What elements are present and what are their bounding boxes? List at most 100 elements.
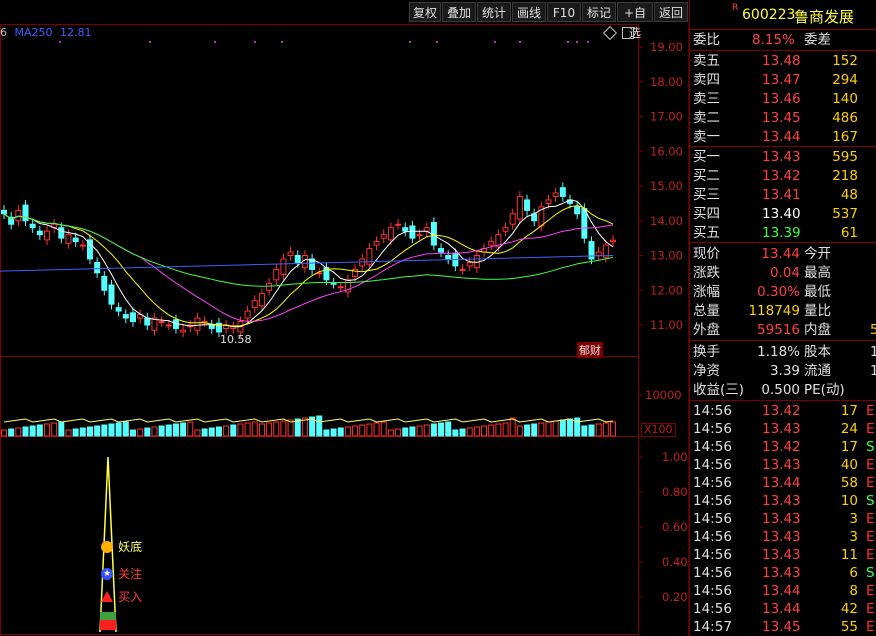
volume-bar	[108, 423, 115, 437]
toolbar-button-2[interactable]: 统计	[477, 2, 511, 22]
tick-price: 13.43	[762, 493, 801, 509]
tick-volume: 17	[840, 439, 858, 455]
candle-body	[380, 234, 387, 239]
volume-bar	[466, 427, 473, 437]
tick-flag: S	[866, 439, 875, 455]
volume-bar	[559, 419, 566, 437]
tick-volume: 24	[840, 421, 858, 437]
bid-row: 买五 13.39 61	[690, 224, 876, 242]
volume-bar	[280, 420, 287, 437]
stat2-row: 换手 1.18% 股本 1	[690, 343, 876, 361]
ask-label: 卖一	[693, 129, 720, 145]
volume-bar	[129, 429, 136, 437]
stat-label-2: 最高	[804, 265, 831, 281]
tick-volume: 55	[840, 619, 858, 635]
ask-label: 卖五	[693, 53, 720, 69]
toolbar-button-0[interactable]: 复权	[409, 2, 441, 22]
candle-body	[244, 310, 251, 319]
volume-bar	[595, 423, 602, 437]
volume-bar	[215, 426, 222, 437]
ask-label: 卖三	[693, 91, 720, 107]
signal-mai-ru: 买入	[101, 586, 142, 604]
stat-value: 13.44	[761, 246, 800, 262]
stat-label: 涨幅	[693, 284, 720, 300]
candle-body	[294, 255, 301, 263]
volume-bar	[266, 422, 273, 437]
price-tick-label: 16.00	[650, 144, 683, 158]
tick-row: 14:56 13.43 11 E	[690, 546, 876, 564]
candle-body	[108, 284, 115, 305]
bid-row: 买四 13.40 537	[690, 205, 876, 223]
tick-flag: E	[866, 475, 875, 491]
volume-bar	[481, 425, 488, 437]
stat-value-2: 1	[870, 344, 876, 360]
signal-label: 关注	[118, 567, 143, 581]
volume-bar	[43, 423, 50, 437]
price-tick-label: 18.00	[650, 75, 683, 89]
stock-name[interactable]: 鲁商发展	[794, 6, 854, 27]
volume-bar	[373, 422, 380, 437]
tick-time: 14:56	[693, 439, 732, 455]
volume-bar	[22, 426, 29, 437]
volume-bar	[330, 428, 337, 437]
candle-body	[180, 329, 187, 333]
tick-time: 14:56	[693, 565, 732, 581]
candle-body	[373, 241, 380, 246]
stat-value-2: 5	[870, 322, 876, 338]
stat-row: 涨幅 0.30% 最低	[690, 283, 876, 301]
marker-dot	[519, 41, 521, 43]
toolbar-button-7[interactable]: 返回	[654, 2, 688, 22]
stat-row: 总量 118749 量比	[690, 302, 876, 320]
close-panel-icon[interactable]	[622, 27, 634, 39]
tick-price: 13.44	[762, 475, 801, 491]
stat-label-2: 股本	[804, 344, 831, 360]
toolbar-button-1[interactable]: 叠加	[442, 2, 476, 22]
bid-volume: 595	[832, 149, 858, 165]
candle-body	[359, 258, 366, 267]
tick-time: 14:56	[693, 493, 732, 509]
bid-price: 13.40	[762, 206, 801, 222]
stat-label-2: 流通	[804, 363, 831, 379]
candle-body	[545, 199, 552, 204]
toolbar-button-3[interactable]: 画线	[512, 2, 546, 22]
toolbar-button-5[interactable]: 标记	[582, 2, 616, 22]
volume-bar	[187, 421, 194, 437]
bid-label: 买一	[693, 149, 720, 165]
volume-bar	[180, 422, 187, 437]
candle-body	[129, 312, 136, 323]
volume-bar	[545, 421, 552, 437]
volume-bar	[602, 422, 609, 437]
signal-guan-zhu: ★ 关注	[101, 563, 143, 581]
volume-bar	[101, 424, 108, 437]
volume-bar	[430, 423, 437, 437]
candle-body	[524, 199, 531, 211]
toolbar-button-4[interactable]: F10	[547, 2, 581, 22]
stat-label-2: PE(动)	[804, 382, 845, 398]
candle-body	[158, 321, 165, 324]
star-icon: ★	[101, 567, 113, 580]
tick-row: 14:56 13.43 3 E	[690, 510, 876, 528]
candle-body	[258, 293, 265, 307]
volume-bar	[473, 426, 480, 437]
price-tick-label: 11.00	[650, 318, 683, 332]
ask-price: 13.48	[762, 53, 801, 69]
volume-bar	[567, 418, 574, 437]
volume-bar	[258, 423, 265, 437]
indicator-panel-border	[0, 436, 639, 635]
volume-bar	[137, 428, 144, 437]
candle-body	[58, 227, 65, 239]
kline-chart-area[interactable]: 19.00 18.00 17.00 16.00 15.00 14.00 13.00 12.00…	[0, 0, 690, 636]
tick-price: 13.42	[762, 439, 801, 455]
candle-body	[337, 286, 344, 289]
volume-bar	[94, 425, 101, 437]
stock-code[interactable]: 600223	[742, 7, 795, 23]
finance-badge[interactable]: 郁财	[577, 342, 603, 358]
tick-flag: E	[866, 421, 875, 437]
toolbar-button-6[interactable]: +自选	[617, 2, 653, 40]
ask-volume: 294	[832, 72, 858, 88]
volume-bar	[516, 425, 523, 437]
candle-body	[423, 227, 430, 232]
volume-bar	[387, 429, 394, 437]
stat-label-2: 内盘	[804, 322, 831, 338]
wei-cha-label: 委差	[804, 32, 831, 48]
